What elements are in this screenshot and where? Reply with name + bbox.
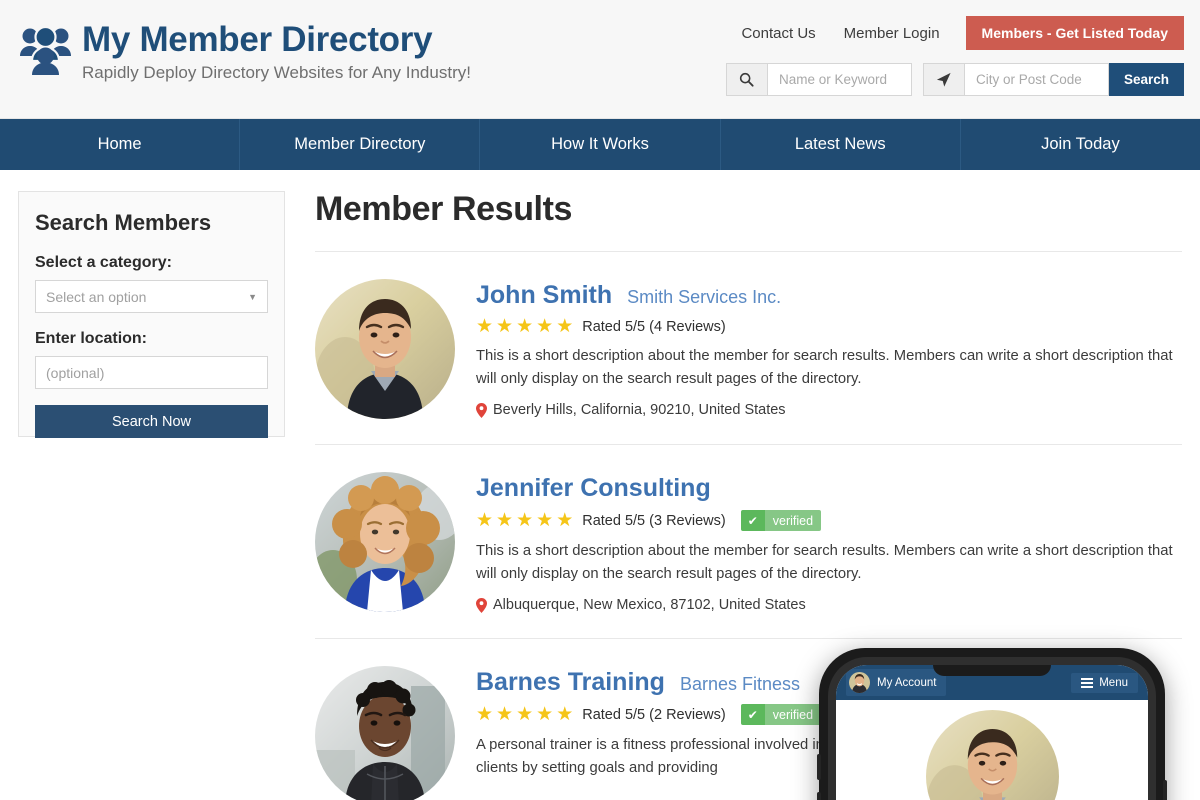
member-rating-row: ★ ★ ★ ★ ★ Rated 5/5 (4 Reviews) bbox=[476, 317, 1182, 336]
member-name[interactable]: Jennifer Consulting bbox=[476, 474, 711, 503]
nav-item-how-it-works[interactable]: How It Works bbox=[480, 119, 721, 170]
member-location-text: Albuquerque, New Mexico, 87102, United S… bbox=[493, 597, 806, 613]
nav-item-latest-news[interactable]: Latest News bbox=[721, 119, 961, 170]
member-login-link[interactable]: Member Login bbox=[830, 19, 954, 48]
phone-mockup: My Account Menu bbox=[817, 648, 1179, 800]
member-location-row: Beverly Hills, California, 90210, United… bbox=[476, 402, 1182, 418]
header-top-links: Contact Us Member Login Members - Get Li… bbox=[727, 16, 1184, 50]
category-select-value: Select an option bbox=[46, 288, 147, 305]
nav-item-member-directory[interactable]: Member Directory bbox=[240, 119, 481, 170]
member-rating-row: ★ ★ ★ ★ ★ Rated 5/5 (3 Reviews) ✔ verified bbox=[476, 510, 1182, 531]
verified-label: verified bbox=[764, 510, 822, 531]
search-bar-gap bbox=[912, 63, 923, 96]
phone-volume-buttons bbox=[817, 792, 821, 800]
site-header: My Member Directory Rapidly Deploy Direc… bbox=[0, 0, 1200, 119]
get-listed-cta-button[interactable]: Members - Get Listed Today bbox=[965, 16, 1184, 50]
search-now-button[interactable]: Search Now bbox=[35, 405, 268, 438]
search-icon bbox=[725, 63, 767, 96]
my-account-label: My Account bbox=[877, 676, 937, 689]
star-rating-icons: ★ ★ ★ ★ ★ bbox=[476, 704, 574, 725]
status-badge: ✔ verified bbox=[740, 704, 822, 725]
map-pin-icon bbox=[476, 597, 487, 613]
status-badge: ✔ verified bbox=[740, 510, 822, 531]
member-name-row: John Smith Smith Services Inc. bbox=[476, 281, 1182, 310]
member-avatar[interactable] bbox=[315, 666, 455, 800]
member-location-row: Albuquerque, New Mexico, 87102, United S… bbox=[476, 597, 1182, 613]
star-rating-icons: ★ ★ ★ ★ ★ bbox=[476, 316, 574, 337]
my-account-button[interactable]: My Account bbox=[846, 669, 947, 696]
sidebar-title: Search Members bbox=[35, 210, 212, 235]
phone-menu-button[interactable]: Menu bbox=[1071, 672, 1138, 693]
member-name-row: Jennifer Consulting bbox=[476, 474, 1182, 503]
member-result-row[interactable]: Jennifer Consulting ★ ★ ★ ★ ★ Rated 5/5 (3 R… bbox=[315, 445, 1182, 639]
phone-notch bbox=[933, 665, 1051, 676]
search-members-sidebar: Search Members Select a category: Select… bbox=[18, 191, 285, 438]
phone-menu-label: Menu bbox=[1099, 676, 1128, 689]
page-content: Search Members Select a category: Select… bbox=[0, 170, 1200, 800]
location-label: Enter location: bbox=[35, 330, 148, 347]
header-search-button[interactable]: Search bbox=[1108, 63, 1184, 96]
phone-profile: John Smith ★★★★★ Write a Review bbox=[836, 700, 1148, 800]
member-info: John Smith Smith Services Inc. ★ ★ ★ ★ ★ Rat… bbox=[476, 279, 1182, 419]
phone-profile-photo bbox=[925, 710, 1059, 800]
phone-power-button bbox=[1163, 780, 1167, 800]
map-pin-icon bbox=[476, 402, 487, 418]
site-brand[interactable]: My Member Directory Rapidly Deploy Direc… bbox=[18, 19, 471, 84]
phone-shell: My Account Menu bbox=[817, 648, 1167, 800]
member-avatar[interactable] bbox=[315, 472, 455, 612]
member-result-row[interactable]: John Smith Smith Services Inc. ★ ★ ★ ★ ★ Rat… bbox=[315, 252, 1182, 445]
check-icon: ✔ bbox=[740, 510, 765, 531]
nav-item-home[interactable]: Home bbox=[0, 119, 241, 170]
rating-text: Rated 5/5 (2 Reviews) bbox=[582, 706, 726, 723]
contact-us-link[interactable]: Contact Us bbox=[727, 19, 829, 48]
verified-label: verified bbox=[764, 704, 822, 725]
phone-screen: My Account Menu bbox=[836, 665, 1148, 800]
main-navigation: Home Member Directory How It Works Lates… bbox=[0, 119, 1200, 170]
chevron-down-icon: ▼ bbox=[248, 291, 257, 302]
member-name[interactable]: John Smith bbox=[476, 281, 612, 310]
location-arrow-icon bbox=[922, 63, 964, 96]
user-avatar-icon bbox=[849, 672, 870, 693]
nav-item-join-today[interactable]: Join Today bbox=[961, 119, 1200, 170]
member-location-text: Beverly Hills, California, 90210, United… bbox=[493, 402, 786, 418]
member-avatar[interactable] bbox=[315, 279, 455, 419]
group-people-icon bbox=[18, 23, 72, 75]
check-icon: ✔ bbox=[740, 704, 765, 725]
search-keyword-input[interactable] bbox=[766, 63, 912, 96]
header-search-bar: Search bbox=[725, 63, 1184, 96]
page-root: My Member Directory Rapidly Deploy Direc… bbox=[0, 0, 1200, 800]
member-description: This is a short description about the me… bbox=[476, 543, 1173, 582]
hamburger-icon bbox=[1081, 677, 1094, 688]
member-company[interactable]: Smith Services Inc. bbox=[627, 287, 781, 308]
member-description: This is a short description about the me… bbox=[476, 348, 1173, 387]
rating-text: Rated 5/5 (3 Reviews) bbox=[582, 512, 726, 529]
category-select[interactable]: Select an option ▼ bbox=[35, 280, 268, 313]
search-location-input[interactable] bbox=[963, 63, 1109, 96]
member-info: Jennifer Consulting ★ ★ ★ ★ ★ Rated 5/5 (3 R… bbox=[476, 472, 1182, 613]
star-rating-icons: ★ ★ ★ ★ ★ bbox=[476, 510, 574, 531]
rating-text: Rated 5/5 (4 Reviews) bbox=[582, 318, 726, 335]
phone-mute-switch bbox=[817, 754, 821, 780]
brand-title: My Member Directory bbox=[82, 20, 433, 59]
category-label: Select a category: bbox=[35, 254, 172, 271]
member-company[interactable]: Barnes Fitness bbox=[680, 674, 800, 695]
sidebar-location-input[interactable] bbox=[35, 356, 268, 389]
brand-tagline: Rapidly Deploy Directory Websites for An… bbox=[82, 63, 471, 82]
page-title: Member Results bbox=[315, 190, 573, 228]
brand-text-block: My Member Directory Rapidly Deploy Direc… bbox=[82, 19, 471, 84]
member-name[interactable]: Barnes Training bbox=[476, 668, 665, 697]
